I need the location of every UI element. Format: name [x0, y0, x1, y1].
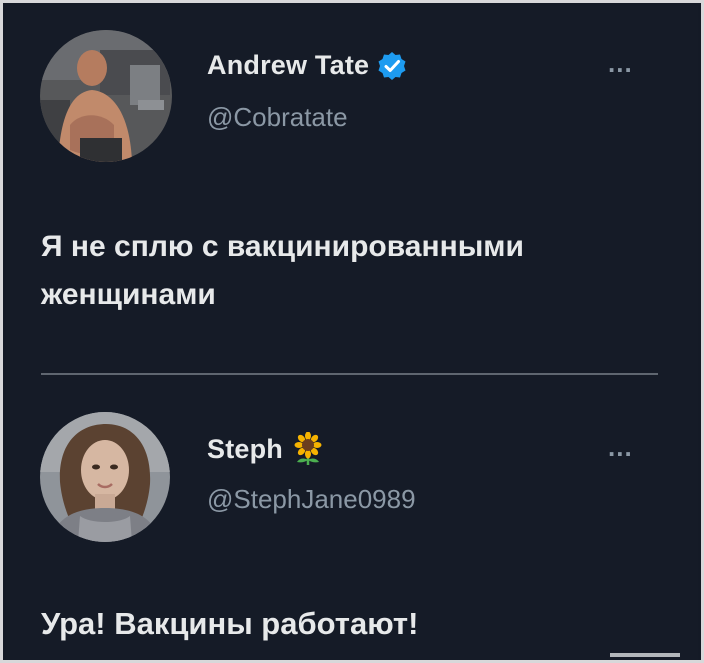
sunflower-icon [291, 431, 325, 466]
tweet-text-line-1: Я не сплю с вакцинированными [41, 230, 524, 263]
author-name[interactable]: Andrew Tate [207, 50, 369, 81]
screenshot-frame: Andrew Tate @Cobratate ... Я не сплю с в… [0, 0, 704, 663]
verified-badge-icon [377, 51, 407, 81]
tweet-text-line-2: женщинами [41, 278, 216, 311]
tweet-andrew-tate[interactable]: Andrew Tate @Cobratate ... Я не сплю с в… [6, 6, 698, 366]
author-name-row: Andrew Tate [207, 50, 407, 81]
timeline: Andrew Tate @Cobratate ... Я не сплю с в… [6, 6, 698, 660]
watermark-logo [610, 653, 680, 657]
author-name[interactable]: Steph [207, 434, 283, 465]
avatar[interactable] [40, 30, 172, 162]
author-name-row: Steph [207, 431, 325, 466]
more-options-button[interactable]: ... [608, 50, 633, 76]
tweet-text-line-1: Ура! Вакцины работают! [41, 606, 419, 641]
more-options-button[interactable]: ... [608, 434, 633, 460]
avatar[interactable] [40, 412, 170, 542]
tweet-steph[interactable]: Steph @StephJane0989 ... Ура! Вакцины ра… [6, 378, 698, 660]
author-handle: @Cobratate [207, 102, 348, 132]
thread-divider [41, 373, 658, 375]
author-handle: @StephJane0989 [207, 484, 416, 514]
